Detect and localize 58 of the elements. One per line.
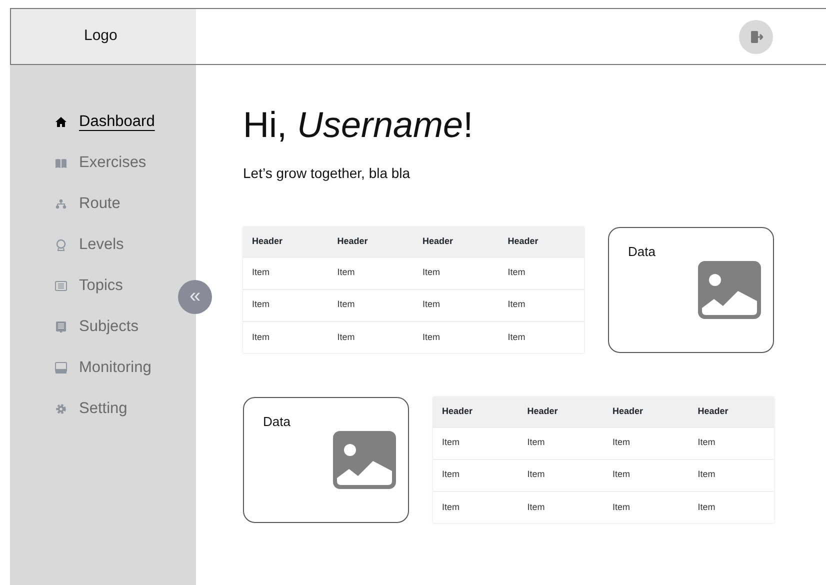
- column-header: Header: [498, 227, 584, 258]
- sidebar-item[interactable]: Setting: [10, 388, 128, 429]
- award-icon: [55, 238, 67, 250]
- home-icon: [55, 116, 67, 128]
- column-header: Header: [414, 227, 499, 258]
- column-header: Header: [243, 227, 328, 258]
- logo: Logo: [11, 9, 196, 64]
- table-cell: Item: [243, 289, 328, 322]
- sidebar-item[interactable]: Dashboard: [10, 101, 155, 142]
- table-cell: Item: [414, 289, 499, 322]
- image-icon: [333, 431, 396, 490]
- logout-button[interactable]: [739, 20, 773, 54]
- logout-icon: [749, 30, 763, 44]
- table-cell: Item: [688, 491, 774, 524]
- image-icon: [698, 261, 761, 320]
- table-cell: Item: [243, 321, 328, 354]
- hierarchy-icon: [55, 198, 67, 210]
- monitor-icon: [55, 362, 67, 374]
- collapse-button[interactable]: «: [178, 280, 212, 314]
- table-cell: Item: [518, 491, 604, 524]
- table-cell: Item: [414, 321, 499, 354]
- sidebar-item[interactable]: Topics: [10, 265, 123, 306]
- table-cell: Item: [518, 427, 604, 460]
- column-header: Header: [433, 397, 518, 428]
- table-cell: Item: [518, 459, 604, 492]
- document-icon: [55, 320, 67, 332]
- table-cell: Item: [414, 257, 499, 290]
- table-cell: Item: [688, 427, 774, 460]
- sidebar-item[interactable]: Route: [10, 183, 120, 224]
- table-cell: Item: [243, 257, 328, 290]
- table-cell: Item: [433, 459, 518, 492]
- table-cell: Item: [433, 427, 518, 460]
- table-cell: Item: [688, 459, 774, 492]
- table-cell: Item: [498, 289, 584, 322]
- column-header: Header: [604, 397, 689, 428]
- list-icon: [55, 280, 67, 292]
- card-label: Data: [628, 243, 656, 262]
- book-icon: [55, 156, 67, 168]
- sidebar-item[interactable]: Exercises: [10, 142, 146, 183]
- table-cell: Item: [604, 491, 689, 524]
- table-cell: Item: [433, 491, 518, 524]
- sidebar-item[interactable]: Subjects: [10, 306, 138, 347]
- greeting-heading: Hi, Username!: [243, 103, 474, 146]
- column-header: Header: [328, 227, 414, 258]
- card-label: Data: [263, 413, 292, 432]
- gear-icon: [55, 402, 67, 414]
- table-cell: Item: [498, 321, 584, 354]
- sidebar-item[interactable]: Levels: [10, 224, 124, 265]
- table-cell: Item: [328, 321, 414, 354]
- column-header: Header: [688, 397, 774, 428]
- table-cell: Item: [604, 427, 689, 460]
- subtitle: Let’s grow together, bla bla: [243, 164, 412, 184]
- column-header: Header: [518, 397, 604, 428]
- sidebar-item[interactable]: Monitoring: [10, 347, 152, 388]
- table-cell: Item: [328, 257, 414, 290]
- table-cell: Item: [604, 459, 689, 492]
- table-cell: Item: [328, 289, 414, 322]
- table-cell: Item: [498, 257, 584, 290]
